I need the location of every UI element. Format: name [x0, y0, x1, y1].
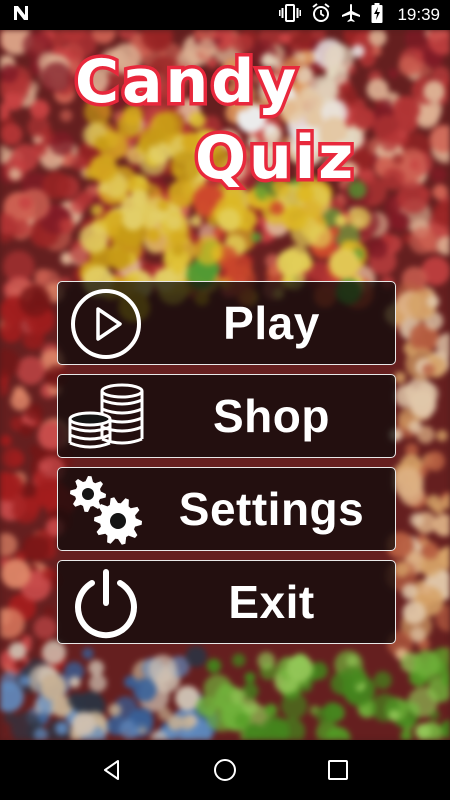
- settings-button[interactable]: Settings: [57, 467, 396, 551]
- coins-icon: [66, 381, 146, 453]
- battery-charging-icon: [371, 2, 383, 28]
- airplane-mode-icon: [341, 3, 361, 28]
- title-line-candy: Candy: [75, 47, 299, 117]
- power-icon: [66, 567, 146, 639]
- back-icon[interactable]: [92, 750, 132, 790]
- play-circle-icon: [66, 288, 146, 360]
- play-button-label: Play: [223, 297, 320, 349]
- shop-button-label: Shop: [213, 390, 330, 442]
- home-icon[interactable]: [205, 750, 245, 790]
- notification-n-icon: [12, 4, 30, 27]
- gears-icon: [66, 474, 146, 546]
- exit-button-label: Exit: [228, 576, 315, 628]
- play-button[interactable]: Play: [57, 281, 396, 365]
- title-line-quiz: Quiz: [195, 123, 356, 190]
- alarm-icon: [311, 2, 331, 28]
- navigation-bar: [0, 740, 450, 800]
- vibrate-icon: [279, 3, 302, 27]
- main-menu: Play Shop Settings Exit: [57, 281, 396, 653]
- exit-button[interactable]: Exit: [57, 560, 396, 644]
- game-title-logo: Candy Quiz: [0, 30, 450, 191]
- settings-button-label: Settings: [178, 483, 365, 535]
- status-bar: 19:39: [0, 0, 450, 30]
- recents-icon[interactable]: [318, 750, 358, 790]
- clock-time: 19:39: [397, 5, 440, 24]
- shop-button[interactable]: Shop: [57, 374, 396, 458]
